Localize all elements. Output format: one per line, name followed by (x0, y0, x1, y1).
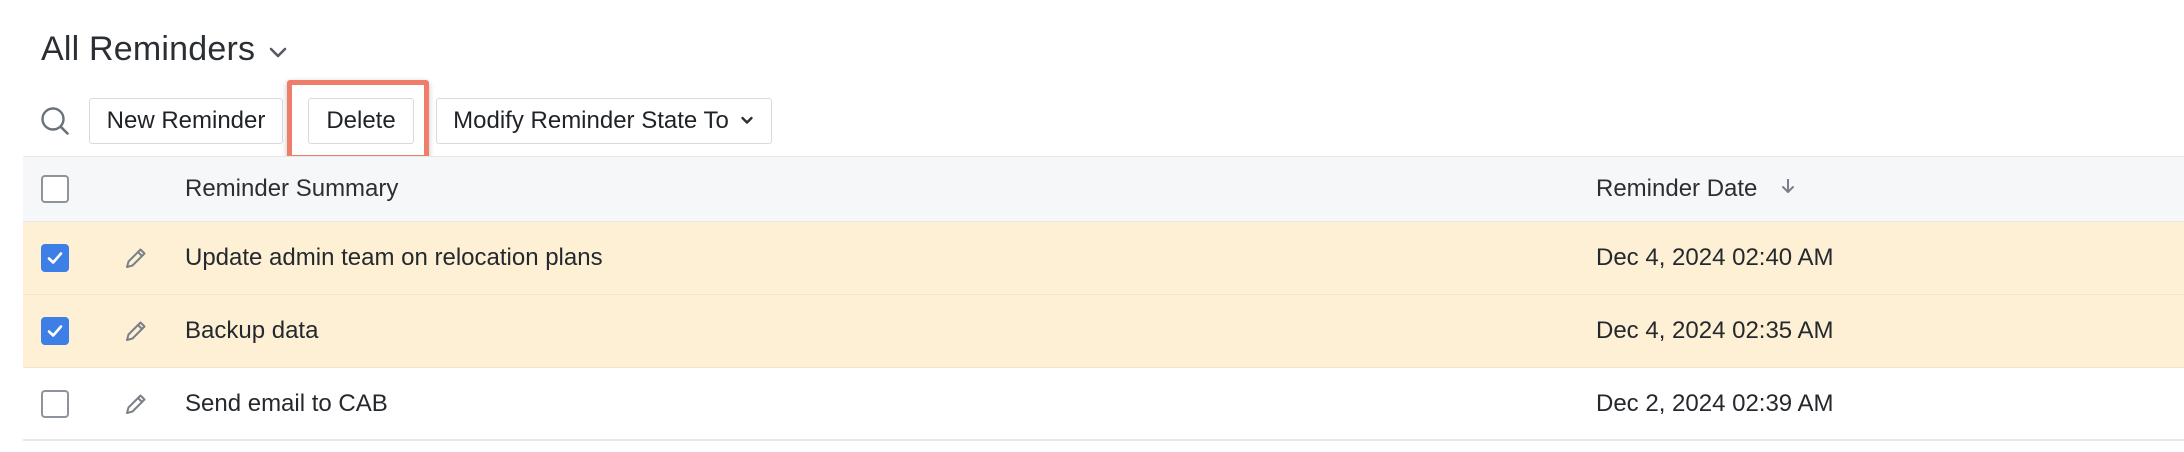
row-checkbox[interactable] (41, 389, 69, 418)
row-checkbox[interactable] (41, 244, 69, 272)
reminder-summary[interactable]: Send email to CAB (185, 390, 388, 418)
delete-button[interactable]: Delete (308, 98, 414, 144)
column-header-date-label: Reminder Date (1596, 175, 1758, 202)
new-reminder-label: New Reminder (106, 107, 266, 134)
column-header-date[interactable]: Reminder Date (1596, 175, 1797, 203)
pencil-icon[interactable] (121, 243, 151, 273)
reminders-table: Reminder Summary Reminder Date Update ad… (23, 156, 2184, 441)
column-header-summary[interactable]: Reminder Summary (185, 175, 398, 203)
pencil-icon[interactable] (121, 316, 151, 346)
delete-label: Delete (326, 107, 396, 134)
arrow-down-icon (1779, 175, 1797, 203)
new-reminder-button[interactable]: New Reminder (89, 98, 283, 144)
table-header: Reminder Summary Reminder Date (23, 156, 2184, 222)
view-selector[interactable]: All Reminders (41, 30, 291, 69)
chevron-down-icon[interactable] (265, 40, 291, 66)
pencil-icon[interactable] (121, 389, 151, 419)
table-row[interactable]: Backup data Dec 4, 2024 02:35 AM (23, 295, 2184, 368)
reminder-date: Dec 2, 2024 02:39 AM (1596, 389, 1834, 417)
chevron-down-icon (739, 107, 755, 135)
reminder-date: Dec 4, 2024 02:40 AM (1596, 244, 1834, 271)
reminder-date: Dec 4, 2024 02:35 AM (1596, 317, 1834, 344)
search-icon[interactable] (38, 104, 72, 138)
reminders-page: All Reminders New Reminder Delete Modify… (0, 0, 2184, 452)
select-all-checkbox[interactable] (41, 175, 69, 203)
table-row[interactable]: Update admin team on relocation plans De… (23, 222, 2184, 295)
toolbar (38, 98, 72, 144)
reminder-summary[interactable]: Update admin team on relocation plans (185, 244, 603, 272)
row-checkbox[interactable] (41, 317, 69, 345)
page-title: All Reminders (41, 30, 256, 68)
modify-state-label: Modify Reminder State To (453, 107, 729, 134)
reminder-summary[interactable]: Backup data (185, 317, 318, 345)
modify-state-dropdown[interactable]: Modify Reminder State To (436, 98, 772, 144)
table-row[interactable]: Send email to CAB Dec 2, 2024 02:39 AM (23, 368, 2184, 441)
